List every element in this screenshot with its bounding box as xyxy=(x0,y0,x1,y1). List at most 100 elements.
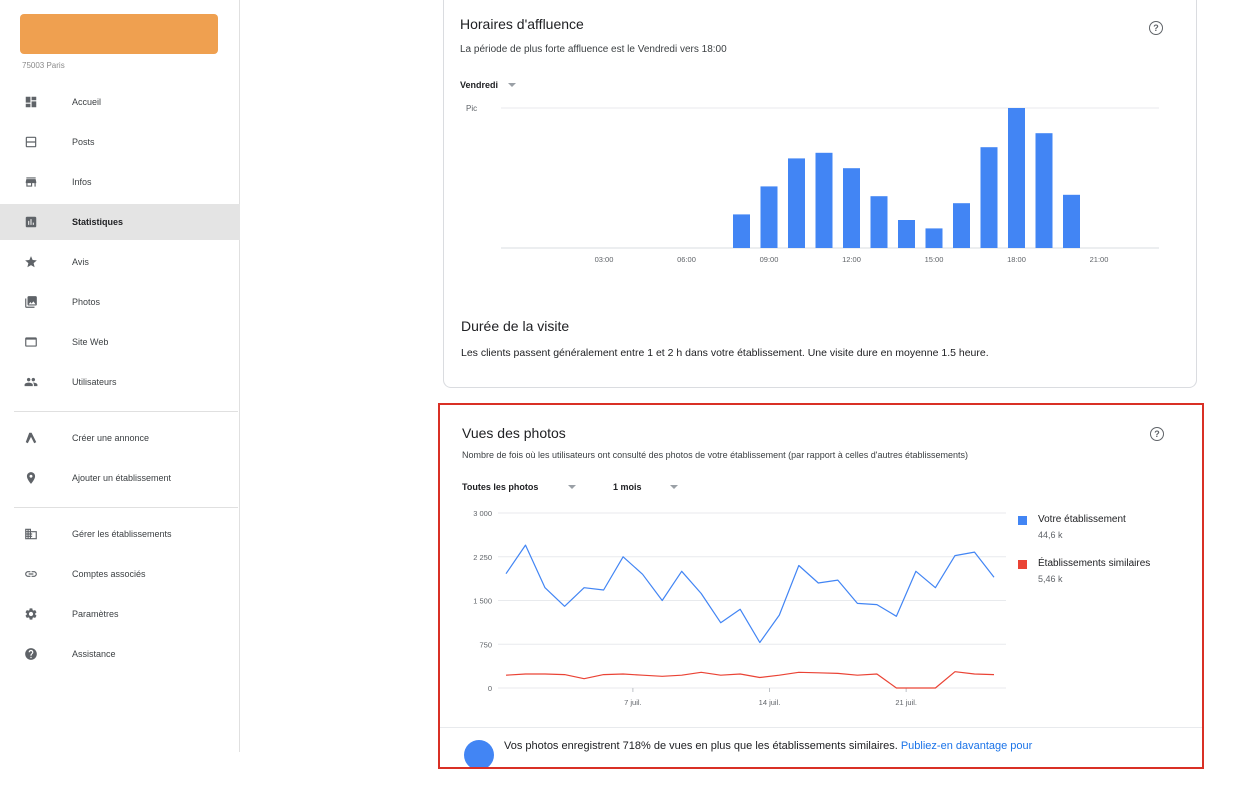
photo-views-chart: 3 000 2 250 1 500 750 0 7 juil. 14 juil. 21 jui… xyxy=(473,509,1006,707)
sidebar-item-label: Accueil xyxy=(72,97,102,107)
sidebar-divider xyxy=(14,507,238,508)
x-tick-label: 21 juil. xyxy=(895,698,917,707)
buildings-icon xyxy=(24,527,38,541)
sidebar-item-label: Créer une annonce xyxy=(72,433,150,443)
x-tick-label: 06:00 xyxy=(677,255,696,264)
dashboard-icon xyxy=(24,95,38,109)
sidebar-item-label: Statistiques xyxy=(72,217,124,227)
bar xyxy=(953,203,970,248)
sidebar-divider xyxy=(14,411,238,412)
users-icon xyxy=(24,375,38,389)
sidebar-item-infos[interactable]: Infos xyxy=(0,164,240,200)
popular-times-chart: Pic 03:00 06:00 09:00 12:00 15:00 18:00 21:00 xyxy=(466,104,1159,264)
x-tick-label: 21:00 xyxy=(1090,255,1109,264)
bar xyxy=(980,147,998,248)
peak-label: Pic xyxy=(466,104,477,113)
period-label: 1 mois xyxy=(613,482,642,492)
bar xyxy=(925,228,943,248)
sidebar-item-posts[interactable]: Posts xyxy=(0,124,240,160)
visit-duration-title: Durée de la visite xyxy=(461,318,570,334)
gear-icon xyxy=(24,607,38,621)
bar xyxy=(843,168,860,248)
business-address: 75003 Paris xyxy=(22,61,65,70)
sidebar-item-label: Paramètres xyxy=(72,609,119,619)
sidebar-item-creer-annonce[interactable]: Créer une annonce xyxy=(0,420,240,456)
posts-icon xyxy=(24,135,38,149)
series-line-your-business xyxy=(505,544,995,644)
photos-icon xyxy=(24,295,38,309)
x-tick-label: 14 juil. xyxy=(759,698,781,707)
bar xyxy=(1035,133,1053,248)
sidebar-item-label: Ajouter un établissement xyxy=(72,473,172,483)
insight-banner: Vos photos enregistrent 718% de vues en … xyxy=(440,727,1202,767)
bar xyxy=(815,152,833,248)
sidebar-item-avis[interactable]: Avis xyxy=(0,244,240,280)
sidebar-item-comptes-associes[interactable]: Comptes associés xyxy=(0,556,240,592)
sidebar-item-statistiques[interactable]: Statistiques xyxy=(0,204,240,240)
period-dropdown[interactable]: 1 mois xyxy=(613,482,678,492)
card-subtitle: Nombre de fois où les utilisateurs ont c… xyxy=(462,450,968,460)
y-tick-label: 3 000 xyxy=(473,509,492,518)
sidebar: 75003 Paris Accueil Posts Infos Statisti… xyxy=(0,0,240,752)
sidebar-item-site-web[interactable]: Site Web xyxy=(0,324,240,360)
sidebar-item-parametres[interactable]: Paramètres xyxy=(0,596,240,632)
card-title: Horaires d'affluence xyxy=(460,16,584,32)
legend-value: 44,6 k xyxy=(1038,530,1063,540)
legend-swatch xyxy=(1018,516,1027,525)
y-tick-label: 0 xyxy=(488,684,492,693)
x-tick-label: 18:00 xyxy=(1007,255,1026,264)
link-icon xyxy=(24,567,38,581)
sidebar-item-accueil[interactable]: Accueil xyxy=(0,84,240,120)
bar xyxy=(870,196,888,248)
bar xyxy=(1063,194,1080,248)
chevron-down-icon xyxy=(568,485,577,489)
publish-more-link[interactable]: Publiez-en davantage pour xyxy=(901,740,1032,752)
day-selector-label: Vendredi xyxy=(460,80,499,90)
x-tick-label: 09:00 xyxy=(760,255,779,264)
insight-text: Vos photos enregistrent 718% de vues en … xyxy=(504,740,1032,752)
sidebar-item-ajouter-etablissement[interactable]: Ajouter un établissement xyxy=(0,460,240,496)
sidebar-item-label: Site Web xyxy=(72,337,109,347)
sidebar-item-utilisateurs[interactable]: Utilisateurs xyxy=(0,364,240,400)
help-icon[interactable]: ? xyxy=(1149,21,1163,35)
series-line-similar-businesses xyxy=(505,671,995,689)
sidebar-item-label: Posts xyxy=(72,137,95,147)
bar xyxy=(760,186,778,248)
sidebar-item-photos[interactable]: Photos xyxy=(0,284,240,320)
insight-message: Vos photos enregistrent 718% de vues en … xyxy=(504,740,901,752)
sidebar-item-label: Gérer les établissements xyxy=(72,529,172,539)
ads-icon xyxy=(24,431,38,445)
sidebar-item-assistance[interactable]: Assistance xyxy=(0,636,240,672)
photo-type-dropdown[interactable]: Toutes les photos xyxy=(462,482,577,492)
visit-duration-text: Les clients passent généralement entre 1… xyxy=(461,347,989,359)
bar xyxy=(788,158,805,248)
sidebar-item-label: Avis xyxy=(72,257,89,267)
bar-chart-icon xyxy=(24,215,38,229)
sidebar-item-gerer-etablissements[interactable]: Gérer les établissements xyxy=(0,516,240,552)
day-selector-dropdown[interactable]: Vendredi xyxy=(460,80,517,90)
location-pin-icon xyxy=(24,471,38,485)
sidebar-item-label: Infos xyxy=(72,177,92,187)
sidebar-item-label: Photos xyxy=(72,297,101,307)
sidebar-item-label: Comptes associés xyxy=(72,569,146,579)
photo-views-card: Vues des photos Nombre de fois où les ut… xyxy=(438,403,1204,769)
help-icon[interactable]: ? xyxy=(1150,427,1164,441)
legend-swatch xyxy=(1018,560,1027,569)
chevron-down-icon xyxy=(508,83,517,87)
website-icon xyxy=(24,335,38,349)
storefront-icon xyxy=(24,175,38,189)
y-tick-label: 750 xyxy=(479,640,492,649)
card-subtitle: La période de plus forte affluence est l… xyxy=(460,44,727,55)
legend-value: 5,46 k xyxy=(1038,574,1063,584)
bar xyxy=(733,214,750,248)
x-tick-label: 15:00 xyxy=(925,255,944,264)
insight-icon xyxy=(464,740,494,767)
x-tick-label: 12:00 xyxy=(842,255,861,264)
star-icon xyxy=(24,255,38,269)
photo-type-label: Toutes les photos xyxy=(462,482,539,492)
sidebar-item-label: Utilisateurs xyxy=(72,377,117,387)
chevron-down-icon xyxy=(669,485,678,489)
bar xyxy=(1008,108,1025,248)
business-name-redacted xyxy=(20,14,218,54)
popular-times-card: Horaires d'affluence La période de plus … xyxy=(443,0,1197,388)
